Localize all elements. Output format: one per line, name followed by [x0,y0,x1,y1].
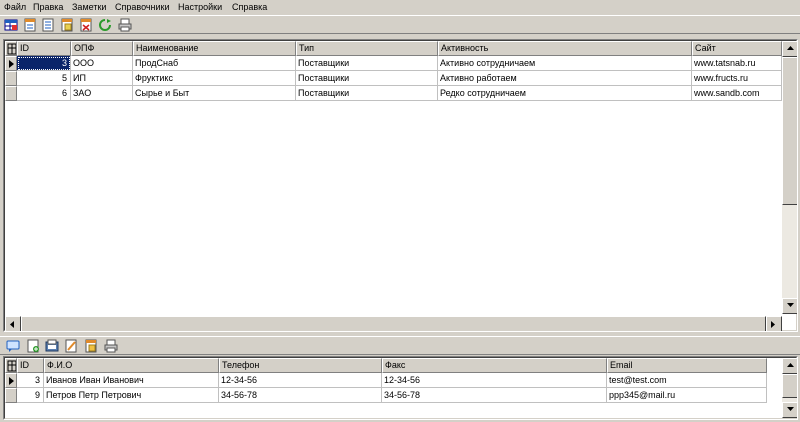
table-cell[interactable]: ЗАО [71,86,133,101]
arrow-down-icon [787,407,794,411]
table-cell[interactable]: 9 [17,388,44,403]
row-indicator[interactable] [5,86,17,101]
table-cell[interactable]: www.sandb.com [692,86,782,101]
table-cell[interactable]: Поставщики [296,71,438,86]
row-indicator[interactable] [5,388,17,403]
table-cell[interactable]: 12-34-56 [382,373,607,388]
companies-vertical-scrollbar[interactable] [782,41,797,314]
table-cell[interactable]: Сырье и Быт [133,86,296,101]
scroll-down-button[interactable] [782,298,797,314]
menu-references[interactable]: Справочники [114,1,171,13]
refresh-icon[interactable] [98,18,112,32]
col-header-name[interactable]: Наименование [133,41,296,56]
contacts-grid[interactable]: ID Ф.И.О Телефон Факс Email 3 Иванов Ива… [3,356,798,420]
add-record-icon[interactable] [23,18,37,32]
focus-rect [18,57,70,70]
menu-help[interactable]: Справка [231,1,268,13]
contacts-vertical-scrollbar[interactable] [782,358,797,418]
table-cell[interactable]: Петров Петр Петрович [44,388,219,403]
table-cell[interactable]: 6 [17,86,71,101]
delete-record-icon[interactable] [79,18,93,32]
col-header-id[interactable]: ID [17,358,44,373]
scroll-thumb[interactable] [21,316,766,331]
table-cell[interactable]: Фруктикс [133,71,296,86]
contacts-icon[interactable] [45,339,59,353]
arrow-up-icon [787,46,794,50]
grid-corner[interactable] [5,358,17,373]
table-cell[interactable]: ppp345@mail.ru [607,388,767,403]
row-indicator[interactable] [5,56,17,71]
table-cell[interactable]: ООО [71,56,133,71]
table-cell[interactable]: Редко сотрудничаем [438,86,692,101]
menu-bar: Файл Правка Заметки Справочники Настройк… [0,0,800,14]
scroll-left-button[interactable] [5,316,21,331]
table-cell[interactable]: 34-56-78 [219,388,382,403]
table-cell[interactable]: test@test.com [607,373,767,388]
companies-grid[interactable]: ID ОПФ Наименование Тип Активность Сайт … [3,39,798,332]
table-cell[interactable]: ИП [71,71,133,86]
row-indicator[interactable] [5,71,17,86]
table-cell[interactable]: Поставщики [296,86,438,101]
table-cell[interactable]: 3 [17,373,44,388]
print-icon[interactable] [118,18,132,32]
table-cell[interactable]: 34-56-78 [382,388,607,403]
scroll-thumb[interactable] [782,57,797,205]
scroll-right-button[interactable] [766,316,782,331]
row-indicator[interactable] [5,373,17,388]
col-header-phone[interactable]: Телефон [219,358,382,373]
delete-contact-icon[interactable] [84,339,98,353]
col-header-id[interactable]: ID [17,41,71,56]
col-header-type[interactable]: Тип [296,41,438,56]
menu-file[interactable]: Файл [3,1,27,13]
scroll-up-button[interactable] [782,41,797,57]
menu-settings[interactable]: Настройки [177,1,223,13]
companies-horizontal-scrollbar[interactable] [5,316,782,331]
col-header-site[interactable]: Сайт [692,41,782,56]
table-cell[interactable]: 12-34-56 [219,373,382,388]
table-cell[interactable]: www.fructs.ru [692,71,782,86]
open-table-icon[interactable] [4,18,18,32]
table-cell[interactable]: www.tatsnab.ru [692,56,782,71]
grid-corner[interactable] [5,41,17,56]
col-header-fax[interactable]: Факс [382,358,607,373]
table-cell[interactable]: Активно работаем [438,71,692,86]
col-header-fio[interactable]: Ф.И.О [44,358,219,373]
arrow-right-icon [771,321,775,328]
scroll-up-button[interactable] [782,358,797,374]
print-contacts-icon[interactable] [104,339,118,353]
table-cell[interactable]: Иванов Иван Иванович [44,373,219,388]
add-contact-icon[interactable] [26,339,40,353]
menu-notes[interactable]: Заметки [71,1,107,13]
main-toolbar [0,15,800,34]
arrow-down-icon [787,303,794,307]
comment-icon[interactable] [6,339,20,353]
arrow-left-icon [10,321,14,328]
edit-contact-icon[interactable] [64,339,78,353]
table-cell[interactable]: 5 [17,71,71,86]
current-row-arrow-icon [9,377,14,385]
arrow-up-icon [787,363,794,367]
current-row-arrow-icon [9,60,14,68]
table-cell[interactable]: ПродСнаб [133,56,296,71]
col-header-activity[interactable]: Активность [438,41,692,56]
table-cell[interactable]: Поставщики [296,56,438,71]
table-cell[interactable]: Активно сотрудничаем [438,56,692,71]
col-header-opf[interactable]: ОПФ [71,41,133,56]
menu-edit[interactable]: Правка [32,1,64,13]
scroll-thumb[interactable] [782,374,797,398]
contacts-toolbar [0,336,800,355]
edit-record-icon[interactable] [41,18,55,32]
copy-record-icon[interactable] [60,18,74,32]
scroll-down-button[interactable] [782,402,797,418]
col-header-email[interactable]: Email [607,358,767,373]
